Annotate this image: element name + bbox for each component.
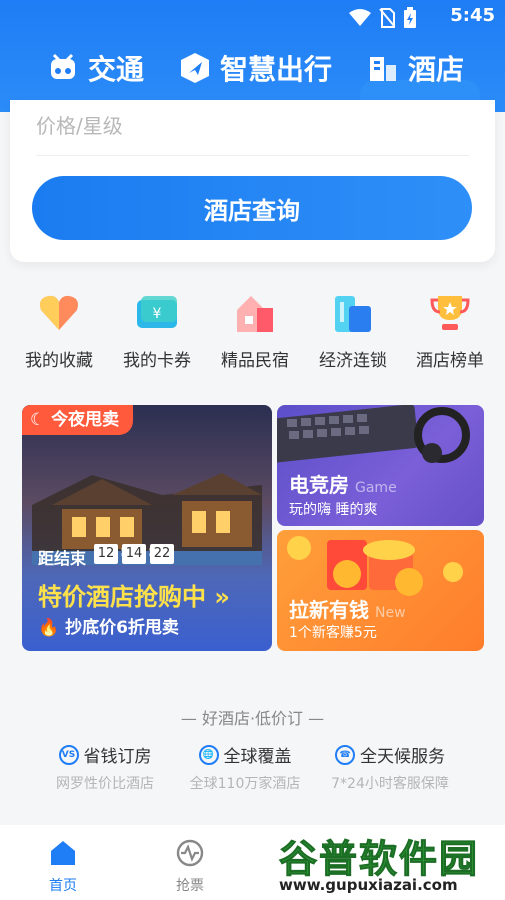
watermark: 谷普软件园 www.gupuxiazai.com [275,826,503,898]
countdown-hours: 12 [94,544,118,564]
feature-title: 省钱订房 [83,747,152,767]
train-icon [46,51,80,85]
svg-text:¥: ¥ [153,306,162,322]
gaming-room-subtitle: 玩的嗨 睡的爽 [289,502,378,518]
promo-arrow: » [214,583,230,611]
quick-item-homestay[interactable]: 精品民宿 [210,290,300,371]
hotel-search-button[interactable]: 酒店查询 [32,176,472,240]
no-sim-icon [379,8,395,28]
gaming-room-title-text: 电竞房 [289,473,349,497]
top-tabs: 交通 智慧出行 酒店 [0,44,505,94]
referral-title-text: 拉新有钱 [289,598,369,622]
quick-item-label: 我的卡券 [123,351,191,371]
feature-subtitle: 全球110万家酒店 [189,776,301,792]
hotel-icon [366,51,400,85]
feature-title: 全球覆盖 [223,747,292,767]
price-star-placeholder: 价格/星级 [36,114,123,138]
status-bar: 5:45 [0,0,505,34]
home-icon [51,841,75,865]
app-header: 5:45 交通 智慧出行 酒店 [0,0,505,112]
wifi-icon [349,9,371,26]
trophy-icon [428,290,472,334]
quick-item-label: 经济连锁 [319,351,387,371]
watermark-brand: 谷普软件园 [278,837,480,882]
referral-subtitle: 1个新客赚5元 [289,625,377,641]
nav-tickets-label: 抢票 [176,878,204,894]
feature-subtitle: 7*24小时客服保障 [331,776,449,792]
keyboard-illustration [277,405,470,463]
gaming-room-en: Game [355,480,397,496]
battery-icon [404,7,416,28]
quick-item-label: 精品民宿 [221,351,289,371]
promo-subtitle-text: 抄底价6折甩卖 [65,618,179,638]
tab-hotel[interactable]: 酒店 [366,48,464,88]
price-star-field[interactable]: 价格/星级 [36,110,469,156]
house-icon [233,290,277,334]
quick-item-rankings[interactable]: 酒店榜单 [405,290,495,371]
gold-coins-illustration [287,536,463,596]
watermark-url: www.gupuxiazai.com [279,876,458,894]
tab-transport[interactable]: 交通 [46,48,144,88]
status-icons [349,7,417,29]
tab-transport-label: 交通 [88,53,145,86]
gaming-room-title: 电竞房 Game [289,469,397,498]
countdown-minutes: 14 [122,544,146,564]
promo-gaming-room[interactable]: 电竞房 Game 玩的嗨 睡的爽 [277,405,484,526]
countdown-seconds: 22 [150,544,174,564]
nav-tickets[interactable]: 抢票 [155,839,225,895]
quick-actions: 我的收藏 ¥ 我的卡券 精品民宿 经济连锁 酒店榜单 [0,290,505,380]
quick-item-coupons[interactable]: ¥ 我的卡券 [112,290,202,371]
pulse-icon [176,839,204,867]
coupon-icon: ¥ [135,290,179,334]
feature-title: 全天候服务 [360,747,445,767]
feature-service: ☎ 全天候服务 7*24小时客服保障 [315,742,465,793]
slogan: — 好酒店·低价订 — [180,709,325,728]
tonight-sale-tag-text: 今夜甩卖 [51,410,120,430]
status-time: 5:45 [450,5,495,26]
feature-global: 🌐 全球覆盖 全球110万家酒店 [170,742,320,793]
tab-hotel-label: 酒店 [408,53,465,86]
promo-title-text: 特价酒店抢购中 [38,583,206,611]
referral-title: 拉新有钱 New [289,594,406,623]
feature-heading: VS 省钱订房 [30,742,180,767]
quick-item-budget-chain[interactable]: 经济连锁 [308,290,398,371]
building-icon [331,290,375,334]
quick-item-favorites[interactable]: 我的收藏 [14,290,104,371]
vs-icon: VS [58,744,79,765]
heart-icon [37,290,81,334]
quick-item-label: 我的收藏 [25,351,93,371]
promo-title: 特价酒店抢购中 » [38,577,230,612]
hotel-search-card: 价格/星级 酒店查询 [10,100,495,262]
nav-home[interactable]: 首页 [28,839,98,895]
globe-icon: 🌐 [198,744,219,765]
nav-home-label: 首页 [49,878,77,894]
countdown-label: 距结束 [38,549,87,568]
headset-icon: ☎ [335,744,355,765]
tab-smart-travel[interactable]: 智慧出行 [178,48,332,88]
promo-tonight-sale[interactable]: ☾ 今夜甩卖 距结束 12 : 14 : 22 特价酒店抢购中 » 🔥 抄底价6… [22,405,272,651]
feature-heading: ☎ 全天候服务 [315,742,465,767]
promo-subtitle: 🔥 抄底价6折甩卖 [38,618,179,638]
quick-item-label: 酒店榜单 [416,351,484,371]
referral-en: New [375,605,406,621]
promo-referral[interactable]: 拉新有钱 New 1个新客赚5元 [277,530,484,651]
feature-heading: 🌐 全球覆盖 [170,742,320,767]
feature-subtitle: 网罗性价比酒店 [56,776,154,792]
feature-save-money: VS 省钱订房 网罗性价比酒店 [30,742,180,793]
tonight-sale-tag: ☾ 今夜甩卖 [22,405,134,435]
tab-smart-travel-label: 智慧出行 [220,53,333,86]
compass-icon [178,51,212,85]
